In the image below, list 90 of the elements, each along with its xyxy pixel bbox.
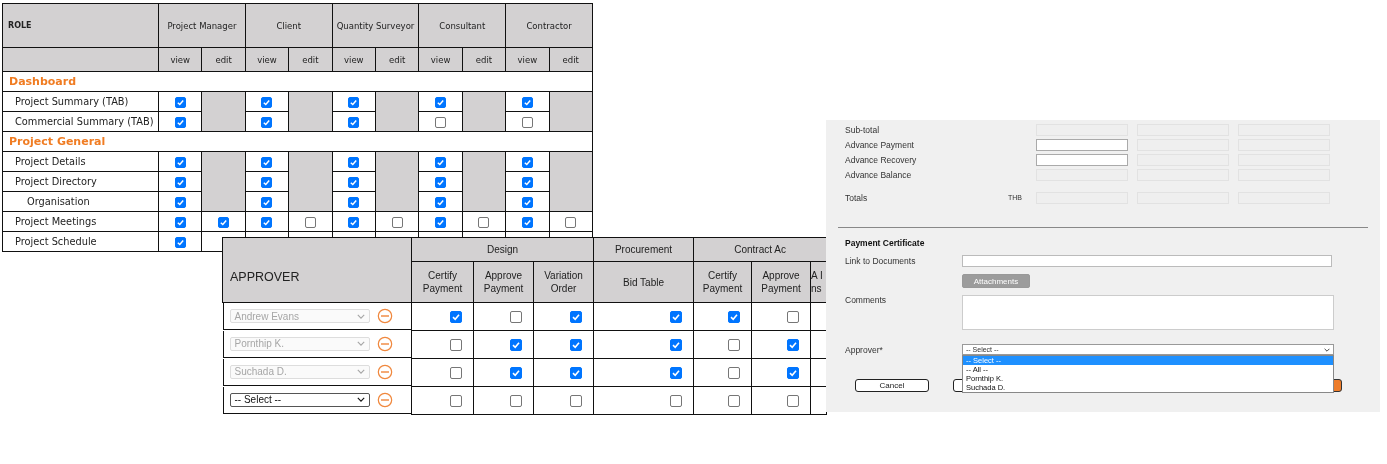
row-label: Project Directory — [15, 176, 97, 187]
field-label: Comments — [845, 295, 888, 305]
remove-icon[interactable] — [376, 335, 393, 352]
checkbox[interactable] — [261, 156, 273, 168]
chevron-down-icon — [356, 397, 365, 402]
checkbox[interactable] — [521, 216, 533, 228]
chevron-down-icon — [356, 369, 365, 374]
checkbox[interactable] — [348, 176, 360, 188]
checkbox[interactable] — [348, 216, 360, 228]
checkbox[interactable] — [261, 196, 273, 208]
checkbox[interactable] — [174, 176, 186, 188]
row-label: Project Schedule — [15, 236, 97, 247]
remove-icon[interactable] — [376, 363, 393, 380]
checkbox[interactable] — [348, 116, 360, 128]
checkbox[interactable] — [435, 176, 447, 188]
field-label: Approver* — [845, 344, 884, 355]
checkbox[interactable] — [261, 96, 273, 108]
column-header: Client — [245, 3, 333, 48]
checkbox[interactable] — [174, 156, 186, 168]
checkbox[interactable] — [435, 156, 447, 168]
checkbox[interactable] — [478, 216, 490, 228]
checkbox[interactable] — [174, 196, 186, 208]
checkbox[interactable] — [391, 216, 403, 228]
amount-field[interactable] — [1036, 138, 1128, 151]
checkbox[interactable] — [521, 116, 533, 128]
remove-icon[interactable] — [376, 391, 393, 408]
checkbox[interactable] — [510, 395, 522, 408]
checkbox[interactable] — [450, 395, 462, 408]
field-label: Sub-total — [845, 124, 881, 135]
checkbox[interactable] — [435, 96, 447, 108]
column-group-header: Design — [411, 237, 594, 262]
row-label: Project Details — [15, 156, 86, 167]
checkbox[interactable] — [728, 395, 741, 408]
column-header: Bid Table — [593, 261, 694, 303]
checkbox[interactable] — [570, 395, 583, 408]
field-label: Advance Balance — [845, 169, 913, 180]
column-header: Quantity Surveyor — [332, 3, 419, 48]
checkbox[interactable] — [435, 216, 447, 228]
remove-icon[interactable] — [376, 308, 393, 324]
section-title: Project General — [8, 135, 106, 148]
checkbox[interactable] — [521, 196, 533, 208]
column-group-header: Contract Ac — [693, 237, 827, 262]
checkbox[interactable] — [174, 236, 186, 248]
checkbox[interactable] — [218, 216, 230, 228]
checkbox[interactable] — [521, 96, 533, 108]
column-header: Contractor — [505, 3, 593, 48]
column-header: Consultant — [418, 3, 506, 48]
chevron-down-icon — [356, 313, 365, 319]
checkbox[interactable] — [670, 395, 683, 408]
section-title: Dashboard — [8, 75, 77, 88]
column-header: APPROVER — [222, 237, 412, 303]
row-label: Project Meetings — [15, 216, 97, 227]
field-label: Totals — [845, 192, 869, 203]
column-header: Project Manager — [158, 3, 246, 48]
chevron-down-icon — [1324, 347, 1330, 352]
row-label: Commercial Summary (TAB) — [15, 116, 154, 127]
column-header: ROLE — [2, 3, 159, 48]
checkbox[interactable] — [174, 116, 186, 128]
amount-field[interactable] — [1036, 153, 1128, 166]
checkbox[interactable] — [304, 216, 316, 228]
checkbox[interactable] — [435, 116, 447, 128]
chevron-down-icon — [356, 341, 365, 346]
field-label: Advance Payment — [845, 139, 915, 150]
checkbox[interactable] — [435, 196, 447, 208]
checkbox[interactable] — [261, 176, 273, 188]
checkbox[interactable] — [521, 176, 533, 188]
checkbox[interactable] — [521, 156, 533, 168]
column-header: Certify Payment — [693, 261, 752, 303]
checkbox[interactable] — [565, 216, 577, 228]
checkbox[interactable] — [348, 96, 360, 108]
checkbox[interactable] — [348, 196, 360, 208]
checkbox[interactable] — [174, 96, 186, 108]
column-header: Approve Payment — [751, 261, 811, 303]
checkbox[interactable] — [174, 216, 186, 228]
section-title: Payment Certificate — [844, 237, 926, 248]
row-label: Project Summary (TAB) — [15, 96, 129, 107]
column-header: Approve Payment — [473, 261, 534, 303]
link-input[interactable] — [962, 255, 1332, 267]
field-label: Advance Recovery — [845, 154, 918, 165]
checkbox[interactable] — [261, 116, 273, 128]
column-group-header: Procurement — [593, 237, 694, 262]
field-label: Link to Documents — [845, 256, 917, 266]
checkbox[interactable] — [787, 395, 800, 408]
row-label: Organisation — [27, 196, 90, 207]
form-button[interactable]: Cancel — [855, 379, 929, 392]
column-header: Certify Payment — [411, 261, 474, 303]
checkbox[interactable] — [348, 156, 360, 168]
column-header: Variation Order — [533, 261, 594, 303]
checkbox[interactable] — [261, 216, 273, 228]
approver-select[interactable]: -- Select -- — [229, 392, 370, 407]
